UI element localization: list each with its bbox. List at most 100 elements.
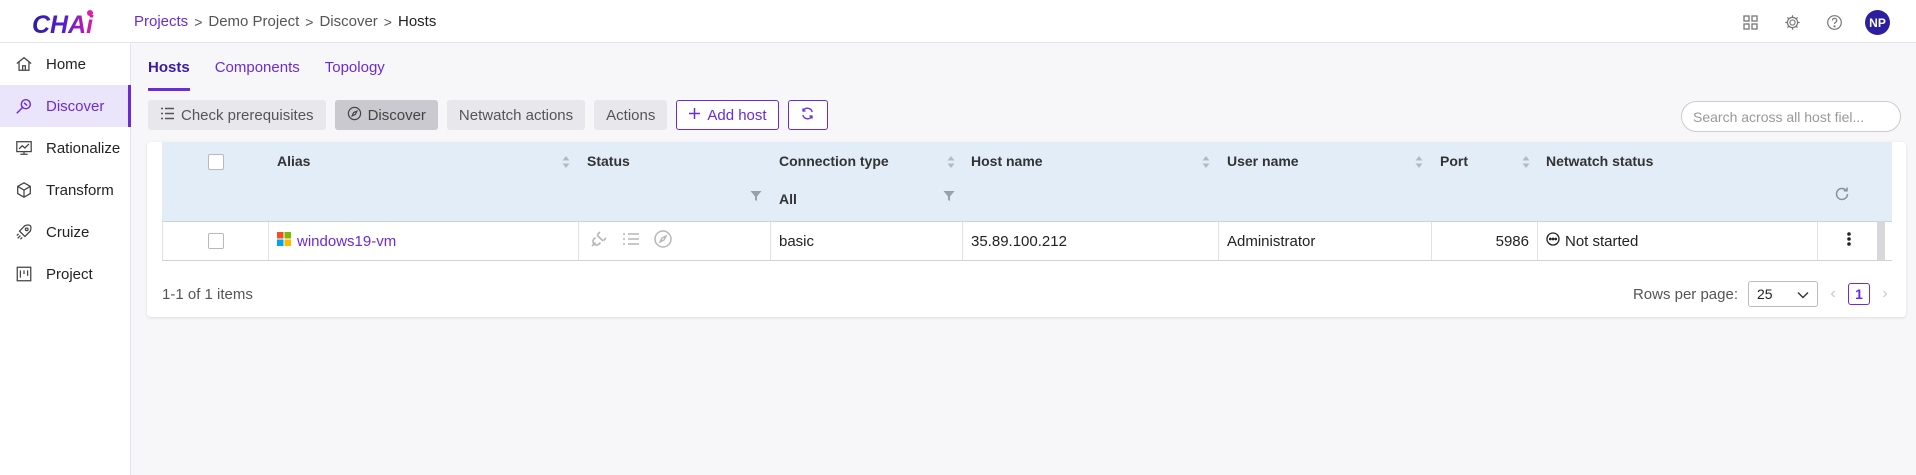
hosts-table-card: Alias Status Connection type All Host na… <box>147 142 1906 317</box>
column-alias-label: Alias <box>277 153 311 169</box>
toolbar: Check prerequisites Discover Netwatch ac… <box>148 100 828 130</box>
breadcrumb-separator: > <box>383 13 392 30</box>
check-prerequisites-label: Check prerequisites <box>181 106 314 124</box>
alias-cell: windows19-vm <box>269 222 579 260</box>
help-icon[interactable] <box>1823 12 1845 34</box>
svg-text:CHAi: CHAi <box>32 11 94 38</box>
sort-icon[interactable] <box>1521 154 1531 170</box>
pagination-summary: 1-1 of 1 items <box>162 285 253 303</box>
chart-icon <box>14 138 34 158</box>
column-connection-type-label: Connection type <box>779 153 889 169</box>
sidebar-item-discover[interactable]: Discover <box>0 85 131 127</box>
connection-type-filter-value[interactable]: All <box>779 191 797 207</box>
apps-grid-icon[interactable] <box>1739 12 1761 34</box>
sync-icon <box>800 106 815 125</box>
breadcrumb-demo-project[interactable]: Demo Project <box>208 13 299 30</box>
previous-page-icon[interactable]: ‹ <box>1826 285 1840 303</box>
sort-icon[interactable] <box>1414 154 1424 170</box>
column-port-label: Port <box>1440 153 1468 169</box>
next-page-icon[interactable]: › <box>1878 285 1892 303</box>
table-row[interactable]: windows19-vm basic 35.89.100.212 Adminis… <box>162 221 1892 261</box>
reload-icon[interactable] <box>1834 186 1850 202</box>
row-actions-cell <box>1818 222 1880 260</box>
top-header: CHAi Projects > Demo Project > Discover … <box>0 0 1916 43</box>
breadcrumb-separator: > <box>305 13 314 30</box>
sidebar-item-cruize[interactable]: Cruize <box>0 211 130 253</box>
status-cell <box>579 222 771 260</box>
add-host-label: Add host <box>707 106 767 124</box>
cube-icon <box>14 180 34 200</box>
column-connection-type[interactable]: Connection type All <box>771 142 963 221</box>
column-alias[interactable]: Alias <box>269 142 579 221</box>
sidebar-item-label: Project <box>46 265 93 283</box>
tab-hosts[interactable]: Hosts <box>148 43 190 91</box>
add-host-button[interactable]: Add host <box>676 100 779 130</box>
column-host-name-label: Host name <box>971 153 1043 169</box>
sidebar-item-project[interactable]: Project <box>0 253 130 295</box>
table-scrollbar[interactable] <box>1877 221 1885 261</box>
select-all-checkbox[interactable] <box>208 154 224 170</box>
column-host-name[interactable]: Host name <box>963 142 1219 221</box>
compass-icon[interactable] <box>653 229 673 253</box>
list-icon[interactable] <box>621 229 641 253</box>
chai-logo[interactable]: CHAi <box>30 8 100 39</box>
port-cell: 5986 <box>1432 222 1538 260</box>
breadcrumb-hosts: Hosts <box>397 13 437 30</box>
windows-icon <box>277 232 291 250</box>
tab-bar: Hosts Components Topology <box>148 43 385 91</box>
sidebar-item-label: Rationalize <box>46 139 121 157</box>
rows-per-page-select[interactable]: 25 <box>1748 281 1818 307</box>
netwatch-status-text: Not started <box>1565 232 1639 250</box>
host-name-cell: 35.89.100.212 <box>963 222 1219 260</box>
sidebar-item-label: Home <box>46 55 87 73</box>
sidebar-item-transform[interactable]: Transform <box>0 169 130 211</box>
row-checkbox[interactable] <box>207 233 224 249</box>
sidebar-item-label: Discover <box>46 97 105 115</box>
sidebar: Home Discover Rationalize Transform Crui… <box>0 43 131 475</box>
host-search-input[interactable] <box>1681 101 1901 132</box>
breadcrumb-projects[interactable]: Projects <box>134 13 188 30</box>
header-actions: NP <box>1739 10 1890 35</box>
sidebar-item-rationalize[interactable]: Rationalize <box>0 127 130 169</box>
column-netwatch-status-label: Netwatch status <box>1546 153 1654 169</box>
discover-button[interactable]: Discover <box>334 100 438 130</box>
sort-icon[interactable] <box>946 154 956 170</box>
check-prerequisites-button[interactable]: Check prerequisites <box>148 100 326 130</box>
column-status-label: Status <box>587 153 630 169</box>
user-avatar[interactable]: NP <box>1865 10 1890 35</box>
page-number-button[interactable]: 1 <box>1848 283 1870 305</box>
discover-icon <box>14 96 34 116</box>
refresh-button[interactable] <box>787 100 828 130</box>
row-select-cell <box>162 222 269 260</box>
sidebar-item-label: Cruize <box>46 223 90 241</box>
pagination-controls: Rows per page: 25 ‹ 1 › <box>1633 279 1892 309</box>
user-name-cell: Administrator <box>1219 222 1432 260</box>
column-user-name[interactable]: User name <box>1219 142 1432 221</box>
plug-icon[interactable] <box>589 229 609 253</box>
sort-icon[interactable] <box>1201 154 1211 170</box>
sort-icon[interactable] <box>561 154 571 170</box>
chevron-down-icon <box>1797 286 1809 302</box>
sidebar-item-home[interactable]: Home <box>0 43 130 85</box>
tab-components[interactable]: Components <box>215 43 300 91</box>
column-status: Status <box>579 142 771 221</box>
netwatch-actions-button[interactable]: Netwatch actions <box>446 100 586 130</box>
pagination: 1-1 of 1 items Rows per page: 25 ‹ 1 › <box>162 279 1892 309</box>
header-select-all-cell <box>162 142 269 221</box>
column-netwatch-status: Netwatch status <box>1538 142 1892 221</box>
checklist-icon <box>160 107 175 124</box>
gear-icon[interactable] <box>1781 12 1803 34</box>
filter-icon[interactable] <box>750 190 762 202</box>
plus-icon <box>688 107 701 124</box>
connection-type-cell: basic <box>771 222 963 260</box>
tab-topology[interactable]: Topology <box>325 43 385 91</box>
compass-icon <box>347 106 362 125</box>
ellipsis-circle-icon <box>1546 232 1560 250</box>
rows-per-page-value: 25 <box>1757 286 1773 302</box>
filter-icon[interactable] <box>943 190 955 202</box>
column-port[interactable]: Port <box>1432 142 1538 221</box>
breadcrumb-discover[interactable]: Discover <box>319 13 377 30</box>
actions-button[interactable]: Actions <box>594 100 668 130</box>
kebab-menu-icon[interactable] <box>1846 231 1852 251</box>
host-alias-link[interactable]: windows19-vm <box>297 233 396 250</box>
